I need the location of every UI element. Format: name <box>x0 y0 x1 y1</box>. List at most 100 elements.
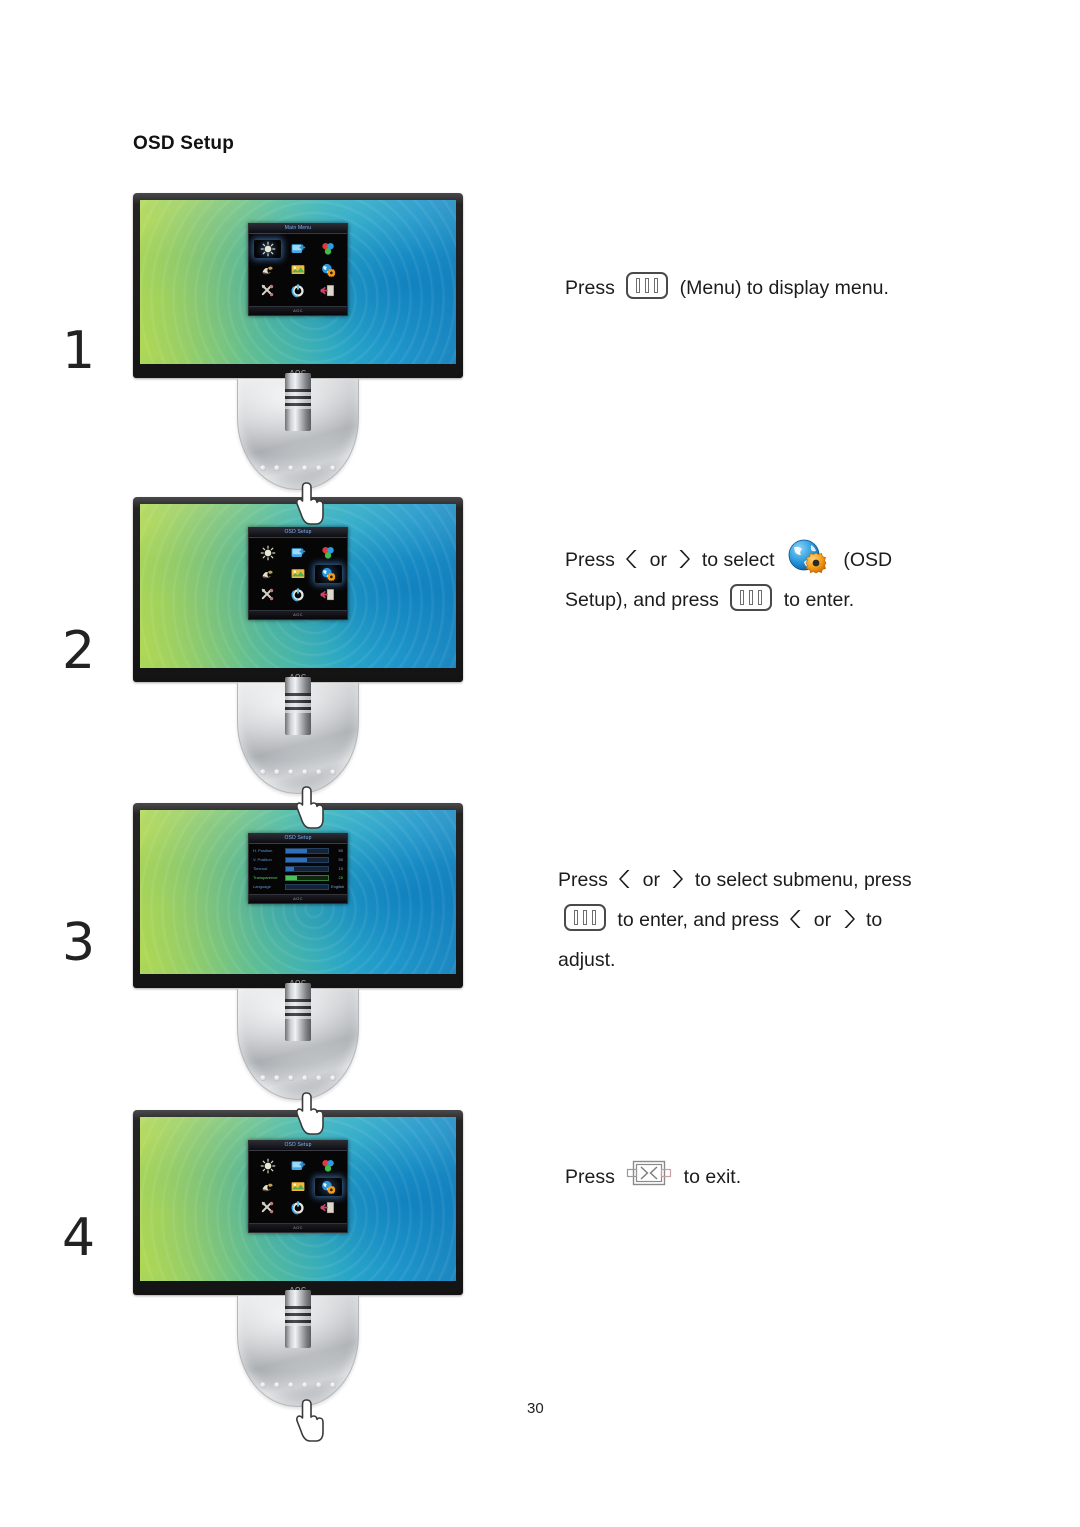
monitor-control-button[interactable] <box>274 465 280 471</box>
osd-row-label: Language <box>253 884 271 889</box>
monitor-control-button[interactable] <box>302 1075 308 1081</box>
monitor-control-button[interactable] <box>260 465 266 471</box>
picture-boost-icon <box>262 1183 273 1192</box>
pointing-hand-icon <box>296 786 324 829</box>
monitor-control-button[interactable] <box>330 465 336 471</box>
osd-row-slider[interactable] <box>285 883 329 890</box>
osd-menu-item-picture-boost[interactable] <box>254 1178 281 1196</box>
osd-menu-item-picture-in-picture[interactable] <box>284 565 311 583</box>
osd-menu-item-osd-setup[interactable] <box>315 261 342 279</box>
step-number-1: 1 <box>62 321 96 381</box>
osd-menu-item-exit[interactable] <box>315 1199 342 1217</box>
osd-window[interactable]: OSD Setup H. Position 50 V. Position 50 Timeo… <box>248 833 348 904</box>
monitor-control-buttons[interactable] <box>260 465 336 471</box>
pointing-hand-icon <box>296 1092 324 1135</box>
osd-menu-item-luminance[interactable] <box>254 240 282 258</box>
osd-menu-item-picture-boost[interactable] <box>254 261 281 279</box>
color-setup-icon <box>322 547 335 559</box>
osd-setup-globe-gear-icon <box>788 539 827 574</box>
osd-menu-item-extra[interactable] <box>254 282 281 300</box>
monitor-control-button[interactable] <box>316 1382 322 1388</box>
osd-menu-item-reset[interactable] <box>284 586 311 604</box>
monitor-control-button[interactable] <box>330 1075 336 1081</box>
monitor-control-button[interactable] <box>260 1075 266 1081</box>
monitor-control-button[interactable] <box>274 1382 280 1388</box>
monitor-stand-neck <box>285 1290 311 1348</box>
monitor-control-button[interactable] <box>330 1382 336 1388</box>
instruction-text: to select <box>696 549 780 571</box>
monitor-control-button[interactable] <box>316 465 322 471</box>
osd-menu-item-osd-setup[interactable] <box>314 1178 342 1196</box>
color-setup-icon <box>322 1160 335 1172</box>
monitor-illustration-step-1: Main Menu AOCAOC <box>133 193 463 525</box>
monitor-control-buttons[interactable] <box>260 1075 336 1081</box>
osd-menu-item-color-setup[interactable] <box>315 1157 342 1175</box>
osd-menu-item-luminance[interactable] <box>254 544 281 562</box>
osd-window[interactable]: Main Menu AOC <box>248 223 348 316</box>
monitor-control-button[interactable] <box>316 1075 322 1081</box>
monitor-control-button[interactable] <box>288 1075 294 1081</box>
osd-menu-item-exit[interactable] <box>315 282 342 300</box>
monitor-control-button[interactable] <box>316 769 322 775</box>
osd-row-value: 50 <box>338 848 343 853</box>
monitor-control-buttons[interactable] <box>260 1382 336 1388</box>
osd-menu-item-picture-boost[interactable] <box>254 565 281 583</box>
osd-row-slider[interactable] <box>285 865 329 872</box>
osd-menu-item-extra[interactable] <box>254 586 281 604</box>
osd-menu-item-image-setup[interactable] <box>284 544 311 562</box>
osd-submenu-list: H. Position 50 V. Position 50 Timeout 10 Trans… <box>249 844 347 894</box>
instruction-line: adjust. <box>558 940 912 980</box>
osd-row-value: 50 <box>338 857 343 862</box>
monitor-control-button[interactable] <box>274 769 280 775</box>
osd-menu-item-picture-in-picture[interactable] <box>284 1178 311 1196</box>
osd-menu-item-image-setup[interactable] <box>284 1157 311 1175</box>
monitor-control-button[interactable] <box>274 1075 280 1081</box>
osd-menu-item-image-setup[interactable] <box>284 240 311 258</box>
instruction-text: or <box>637 869 666 891</box>
instruction-text: to <box>860 909 883 931</box>
monitor-control-button[interactable] <box>288 769 294 775</box>
osd-submenu-row[interactable]: H. Position 50 <box>253 847 343 854</box>
osd-submenu-row[interactable]: Timeout 10 <box>253 865 343 872</box>
osd-menu-item-color-setup[interactable] <box>315 240 342 258</box>
osd-icon-grid <box>249 538 347 610</box>
osd-row-slider[interactable] <box>285 874 329 881</box>
osd-menu-item-extra[interactable] <box>254 1199 281 1217</box>
color-setup-icon <box>322 243 335 255</box>
osd-menu-item-reset[interactable] <box>284 282 311 300</box>
osd-title: Main Menu <box>249 224 347 234</box>
osd-submenu-row[interactable]: Transparence 25 <box>253 874 343 881</box>
monitor-control-button[interactable] <box>260 1382 266 1388</box>
osd-menu-item-color-setup[interactable] <box>315 544 342 562</box>
osd-row-value: English <box>331 884 345 889</box>
monitor-control-button[interactable] <box>288 1382 294 1388</box>
osd-row-slider[interactable] <box>285 847 329 854</box>
osd-window[interactable]: OSD Setup AOC <box>248 527 348 620</box>
monitor-control-button[interactable] <box>330 769 336 775</box>
osd-submenu-row[interactable]: Language English <box>253 883 345 890</box>
osd-menu-item-osd-setup[interactable] <box>314 565 342 583</box>
monitor-control-button[interactable] <box>302 769 308 775</box>
instruction-text: (Menu) to display menu. <box>674 277 889 299</box>
instruction-text: adjust. <box>558 949 616 971</box>
monitor-control-buttons[interactable] <box>260 769 336 775</box>
picture-in-picture-icon <box>291 265 305 274</box>
chevron-left-icon <box>626 550 637 568</box>
monitor-control-button[interactable] <box>288 465 294 471</box>
osd-icon-grid <box>249 1151 347 1223</box>
instruction-text: or <box>644 549 673 571</box>
exit-icon <box>320 1202 335 1214</box>
instruction-line: Setup), and press to enter. <box>565 580 892 620</box>
osd-menu-item-luminance[interactable] <box>254 1157 281 1175</box>
extra-icon <box>261 1201 273 1214</box>
osd-menu-item-exit[interactable] <box>315 586 342 604</box>
monitor-control-button[interactable] <box>302 1382 308 1388</box>
monitor-control-button[interactable] <box>260 769 266 775</box>
osd-row-slider[interactable] <box>285 856 329 863</box>
osd-submenu-row[interactable]: V. Position 50 <box>253 856 343 863</box>
osd-menu-item-reset[interactable] <box>284 1199 311 1217</box>
osd-footer-logo: AOC <box>249 610 347 619</box>
monitor-control-button[interactable] <box>302 465 308 471</box>
osd-menu-item-picture-in-picture[interactable] <box>284 261 311 279</box>
osd-window[interactable]: OSD Setup AOC <box>248 1140 348 1233</box>
